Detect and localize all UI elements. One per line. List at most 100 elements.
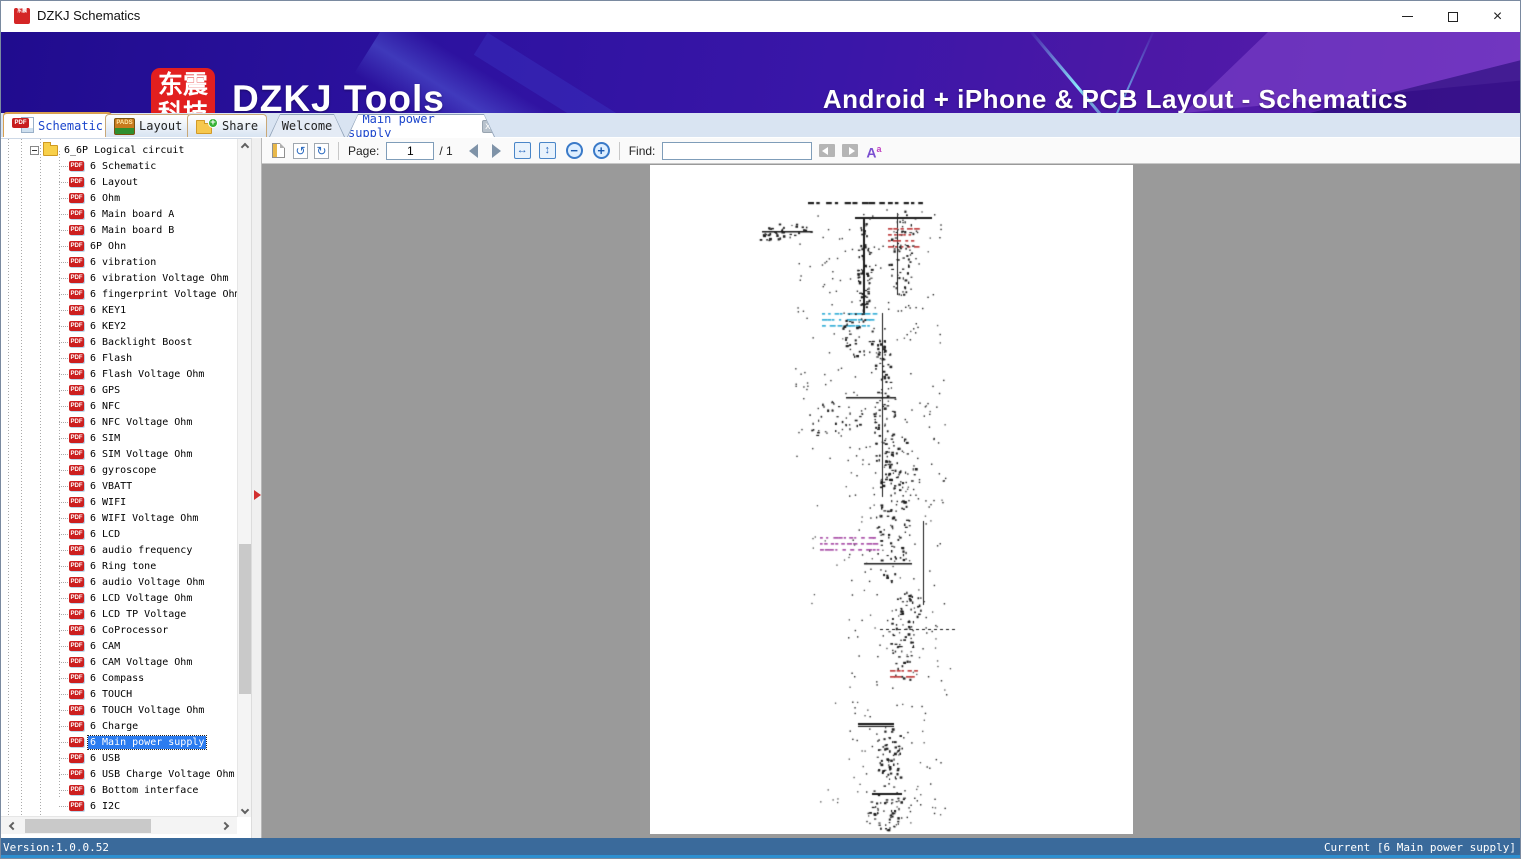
page-number-input[interactable]: [386, 141, 435, 160]
match-case-icon[interactable]: Aa: [866, 142, 881, 160]
tree-connector: [59, 741, 68, 743]
tree-item[interactable]: PDF 6 I2C: [1, 798, 237, 814]
tree-item[interactable]: PDF 6 Compass: [1, 670, 237, 686]
tree-item-label: 6 USB: [90, 752, 121, 764]
scroll-right-icon[interactable]: [217, 817, 233, 835]
tree-item-label: 6 KEY1: [90, 304, 127, 316]
tree-item[interactable]: PDF 6 GPS: [1, 382, 237, 398]
tree-item[interactable]: PDF 6 USB Charge Voltage Ohm: [1, 766, 237, 782]
scroll-down-icon[interactable]: [238, 803, 252, 817]
splitter-collapse-icon[interactable]: [254, 490, 261, 500]
tree-item[interactable]: PDF 6 NFC: [1, 398, 237, 414]
tree-hscroll-thumb[interactable]: [25, 819, 151, 833]
tree-item[interactable]: PDF 6 CoProcessor: [1, 622, 237, 638]
tree-item[interactable]: PDF 6 CAM: [1, 638, 237, 654]
tree-collapse-icon[interactable]: [30, 145, 39, 155]
snapshot-icon[interactable]: [272, 143, 285, 158]
tab-layout[interactable]: PADS Layout: [105, 114, 192, 137]
tree-connector: [59, 485, 68, 487]
tree-item[interactable]: PDF 6 Charge: [1, 718, 237, 734]
pdf-icon: PDF: [69, 641, 84, 651]
find-previous-icon[interactable]: [819, 144, 836, 157]
app-icon-text: 东震: [16, 8, 27, 14]
tab-schematic[interactable]: PDF Schematic: [3, 112, 113, 137]
tree-item[interactable]: PDF 6 TOUCH: [1, 686, 237, 702]
tree-item[interactable]: PDF 6P Ohn: [1, 238, 237, 254]
previous-page-icon[interactable]: [468, 143, 478, 158]
tree-item-label: 6 audio frequency: [90, 544, 193, 556]
tree-item[interactable]: PDF 6 Layout: [1, 174, 237, 190]
scroll-left-icon[interactable]: [5, 817, 21, 835]
pdf-icon: PDF: [69, 689, 84, 699]
tree-item[interactable]: PDF 6 LCD Voltage Ohm: [1, 590, 237, 606]
pdf-icon: PDF: [69, 609, 84, 619]
pdf-icon: PDF: [69, 657, 84, 667]
doctab-welcome[interactable]: Welcome: [269, 114, 345, 137]
tree-item[interactable]: PDF 6 SIM Voltage Ohm: [1, 446, 237, 462]
tree-item[interactable]: PDF 6 Bottom interface: [1, 782, 237, 798]
tree-item-label: 6 CAM: [90, 640, 121, 652]
tree-root-folder[interactable]: 6_6P Logical circuit: [1, 141, 237, 158]
tree-vertical-scrollbar[interactable]: [237, 139, 251, 817]
find-input[interactable]: [662, 141, 813, 160]
tree-item[interactable]: PDF 6 Main board A: [1, 206, 237, 222]
tree-connector: [59, 341, 68, 343]
tree-item[interactable]: PDF 6 Main power supply: [1, 734, 237, 750]
tree-item[interactable]: PDF 6 audio frequency: [1, 542, 237, 558]
tree-item[interactable]: PDF 6 vibration: [1, 254, 237, 270]
page-total-label: / 1: [439, 143, 453, 158]
rotate-left-icon[interactable]: ↺: [293, 142, 308, 159]
fit-width-icon[interactable]: ↔: [513, 142, 531, 159]
pdf-icon: PDF: [69, 625, 84, 635]
rotate-right-icon[interactable]: ↻: [314, 142, 329, 159]
next-page-icon[interactable]: [491, 143, 501, 158]
tree-item[interactable]: PDF 6 Flash: [1, 350, 237, 366]
tree-item[interactable]: PDF 6 Flash Voltage Ohm: [1, 366, 237, 382]
tree-item[interactable]: PDF 6 Backlight Boost: [1, 334, 237, 350]
scroll-up-icon[interactable]: [238, 139, 252, 153]
sidebar-splitter[interactable]: [251, 138, 262, 838]
tree-connector: [59, 309, 68, 311]
tree-item[interactable]: PDF 6 Schematic: [1, 158, 237, 174]
tree-item-label: 6 NFC: [90, 400, 121, 412]
tree-item[interactable]: PDF 6 Ring tone: [1, 558, 237, 574]
close-button[interactable]: ×: [1475, 1, 1520, 32]
pdf-icon: PDF: [69, 225, 84, 235]
tree-item[interactable]: PDF 6 VBATT: [1, 478, 237, 494]
tree-item[interactable]: PDF 6 audio Voltage Ohm: [1, 574, 237, 590]
tree-item[interactable]: PDF 6 WIFI: [1, 494, 237, 510]
tree-item[interactable]: PDF 6 WIFI Voltage Ohm: [1, 510, 237, 526]
tree-horizontal-scrollbar[interactable]: [1, 816, 237, 834]
tree-item[interactable]: PDF 6 gyroscope: [1, 462, 237, 478]
brand-logo-line1: 东震: [157, 71, 208, 99]
tree-item[interactable]: PDF 6 SIM: [1, 430, 237, 446]
tree-item[interactable]: PDF 6 LCD TP Voltage: [1, 606, 237, 622]
tree-connector: [59, 709, 68, 711]
tree-item[interactable]: PDF 6 Main board B: [1, 222, 237, 238]
tree-connector: [59, 277, 68, 279]
doctab-close-icon[interactable]: x: [482, 120, 494, 133]
fit-page-icon[interactable]: ↕: [538, 142, 556, 159]
tree-item[interactable]: PDF 6 vibration Voltage Ohm: [1, 270, 237, 286]
tree-item[interactable]: PDF 6 fingerprint Voltage Ohm: [1, 286, 237, 302]
tree-item[interactable]: PDF 6 Ohm: [1, 190, 237, 206]
tree-item[interactable]: PDF 6 KEY1: [1, 302, 237, 318]
tree-item[interactable]: PDF 6 CAM Voltage Ohm: [1, 654, 237, 670]
tree-item[interactable]: PDF 6 NFC Voltage Ohm: [1, 414, 237, 430]
main-body: 6_6P Logical circuit PDF 6 Schematic PDF 6 L…: [1, 138, 1520, 838]
maximize-button[interactable]: [1430, 1, 1475, 32]
tree-vscroll-thumb[interactable]: [239, 544, 251, 694]
tree-item-label: 6 NFC Voltage Ohm: [90, 416, 193, 428]
doctab-welcome-label: Welcome: [281, 119, 333, 133]
minimize-button[interactable]: [1385, 1, 1430, 32]
tree-item[interactable]: PDF 6 TOUCH Voltage Ohm: [1, 702, 237, 718]
tree-item[interactable]: PDF 6 LCD: [1, 526, 237, 542]
doctab-main-power-supply[interactable]: 6 Main power supply x: [347, 114, 495, 137]
tree-item[interactable]: PDF 6 USB: [1, 750, 237, 766]
zoom-out-icon[interactable]: −: [565, 142, 583, 159]
tree-item[interactable]: PDF 6 KEY2: [1, 318, 237, 334]
zoom-in-icon[interactable]: +: [592, 142, 610, 159]
find-next-icon[interactable]: [842, 144, 859, 157]
tab-share[interactable]: + Share: [187, 114, 268, 137]
pdf-icon: PDF: [69, 785, 84, 795]
